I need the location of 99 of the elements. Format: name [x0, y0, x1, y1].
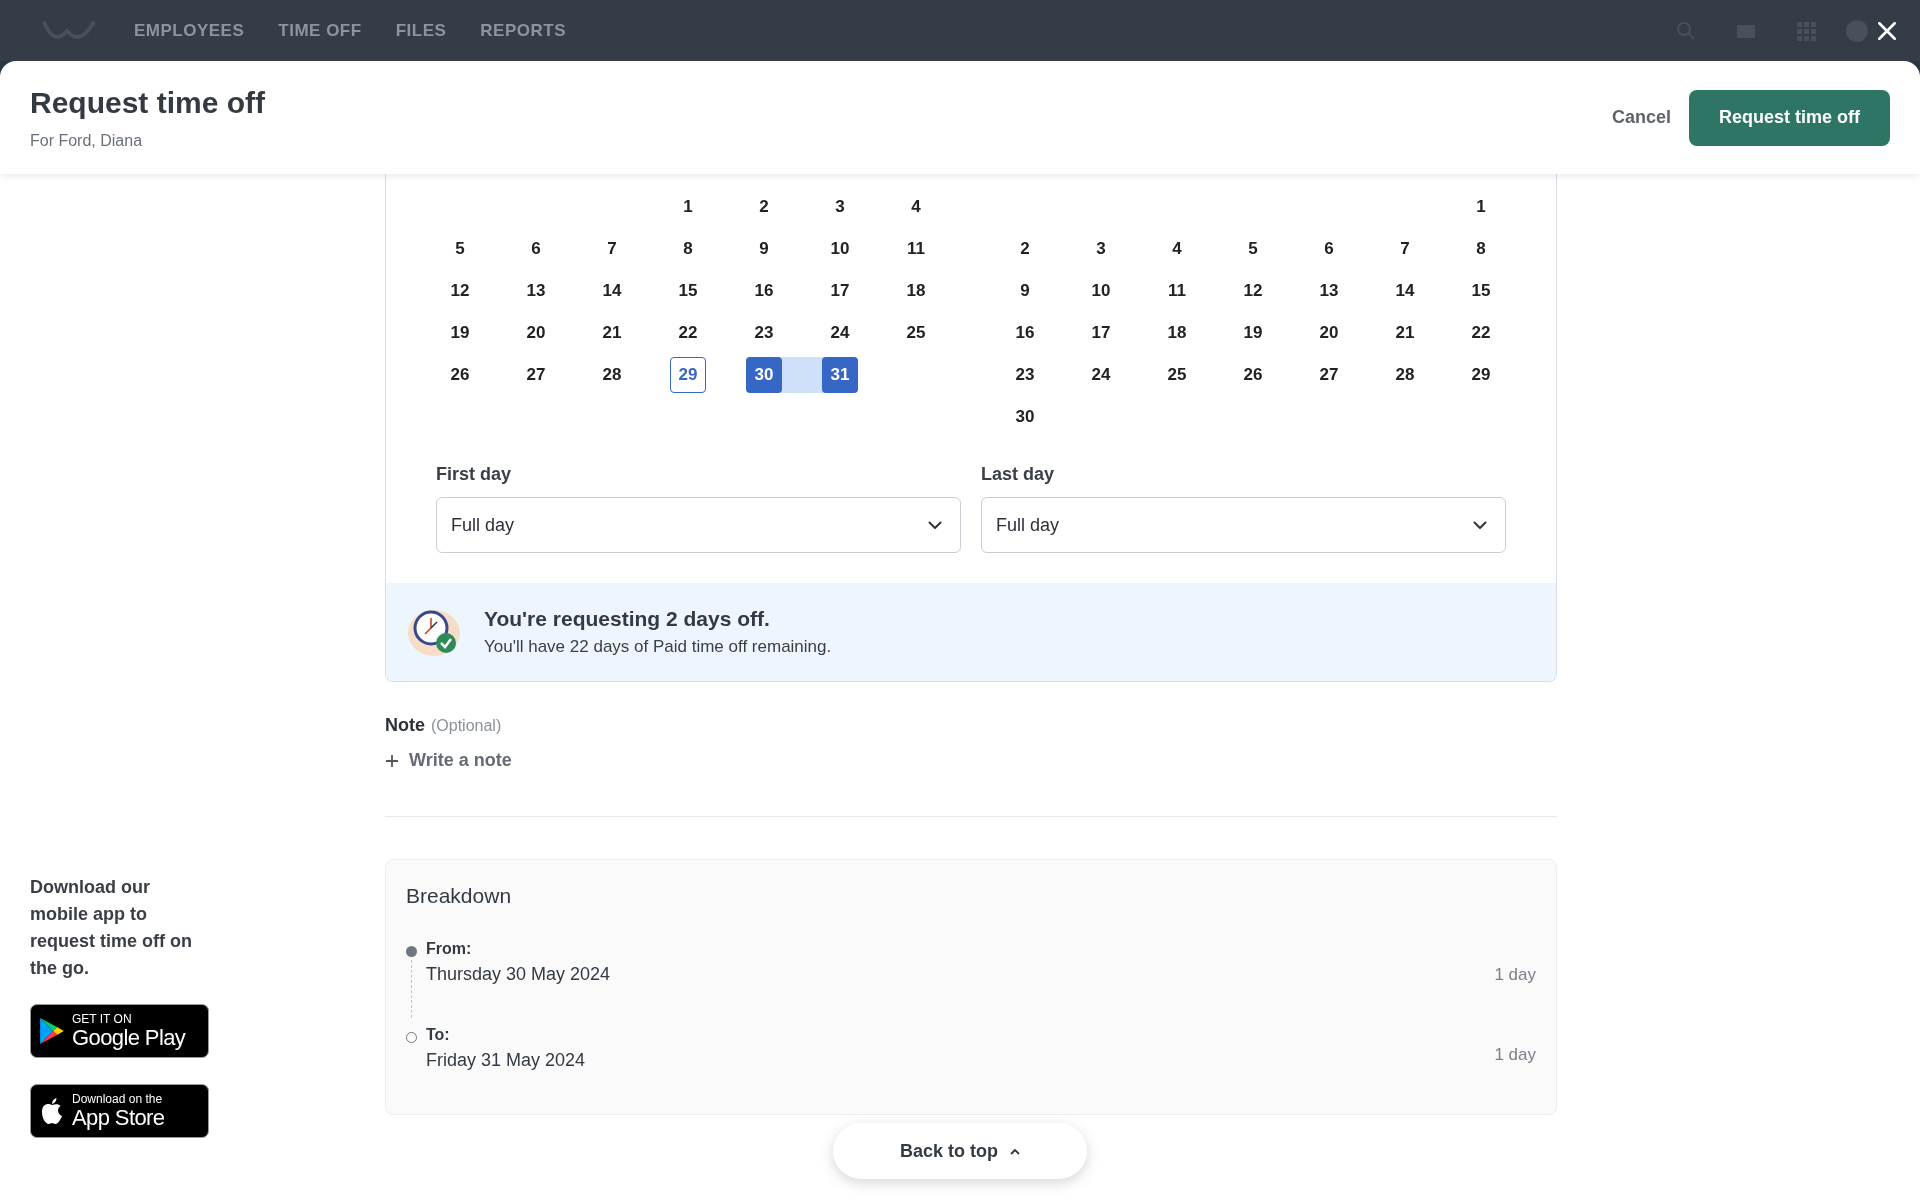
calendar-day[interactable]: 19: [442, 315, 478, 351]
chevron-down-icon: [928, 520, 942, 530]
calendar-day[interactable]: 20: [1311, 315, 1347, 351]
nav-link[interactable]: EMPLOYEES: [134, 20, 245, 41]
calendar-day[interactable]: 14: [1387, 273, 1423, 309]
calendar-day[interactable]: 12: [1235, 273, 1271, 309]
calendar-day[interactable]: 12: [442, 273, 478, 309]
calendar-day[interactable]: 4: [898, 189, 934, 225]
calendar-day[interactable]: 9: [746, 231, 782, 267]
calendar-day[interactable]: 19: [1235, 315, 1271, 351]
breakdown-date: Thursday 30 May 2024: [426, 963, 612, 985]
calendar-day[interactable]: 10: [1083, 273, 1119, 309]
calendar-day[interactable]: 30: [1007, 399, 1043, 435]
calendar-day[interactable]: 17: [1083, 315, 1119, 351]
calendar-day[interactable]: 26: [442, 357, 478, 393]
modal-title: Request time off: [30, 85, 266, 120]
calendar-day[interactable]: 22: [1463, 315, 1499, 351]
breakdown-label: To:: [426, 1025, 451, 1044]
day-part-dropdown[interactable]: Full day: [436, 497, 961, 553]
calendar-day[interactable]: 21: [594, 315, 630, 351]
calendar-day[interactable]: 5: [1235, 231, 1271, 267]
calendar-day[interactable]: 29: [1463, 357, 1499, 393]
breakdown-duration: 1 day: [1494, 1044, 1536, 1065]
calendar-day[interactable]: 16: [1007, 315, 1043, 351]
modal-subtitle: For Ford, Diana: [30, 131, 144, 150]
field-label: First day: [436, 464, 513, 485]
breakdown-date: Friday 31 May 2024: [426, 1049, 587, 1071]
calendar-day[interactable]: 23: [746, 315, 782, 351]
app-promo-text: Download our mobile app to request time off on the go.: [30, 876, 193, 980]
calendar-day[interactable]: 18: [1159, 315, 1195, 351]
play-triangle-icon: [39, 1017, 65, 1045]
calendar-day[interactable]: 24: [822, 315, 858, 351]
calendar-day[interactable]: 9: [1007, 273, 1043, 309]
calendar-day[interactable]: 8: [670, 231, 706, 267]
calendar-day[interactable]: 26: [1235, 357, 1271, 393]
hollow-dot-icon: [406, 1031, 417, 1043]
calendar-day[interactable]: 14: [594, 273, 630, 309]
calendar-day[interactable]: 4: [1159, 231, 1195, 267]
apple-icon: [39, 1097, 65, 1125]
calendar-day[interactable]: 7: [594, 231, 630, 267]
calendar-day[interactable]: 28: [594, 357, 630, 393]
back-to-top-button[interactable]: Back to top: [833, 1123, 1087, 1179]
field-label: Last day: [981, 464, 1056, 485]
calendar-day[interactable]: 21: [1387, 315, 1423, 351]
timeline-line: [411, 959, 412, 1018]
calendar-day[interactable]: 31: [822, 357, 858, 393]
calendar-day[interactable]: 11: [898, 231, 934, 267]
breakdown-label: From:: [426, 939, 473, 958]
calendar-day[interactable]: 15: [1463, 273, 1499, 309]
calendar-day[interactable]: 11: [1159, 273, 1195, 309]
caret-up-icon: [1010, 1147, 1020, 1155]
google-play-badge[interactable]: GET IT ON Google Play: [30, 1004, 209, 1058]
calendar-day[interactable]: 13: [518, 273, 554, 309]
nav-link[interactable]: FILES: [395, 20, 447, 41]
calendar-day[interactable]: 7: [1387, 231, 1423, 267]
calendar-day[interactable]: 28: [1387, 357, 1423, 393]
calendar-day[interactable]: 27: [1311, 357, 1347, 393]
calendar-day[interactable]: 2: [1007, 231, 1043, 267]
nav-link[interactable]: TIME OFF: [278, 20, 362, 41]
calendar-day[interactable]: 18: [898, 273, 934, 309]
calendar-day[interactable]: 25: [898, 315, 934, 351]
calendar-day[interactable]: 6: [518, 231, 554, 267]
note-label: Note: [385, 715, 425, 736]
calendar-day[interactable]: 8: [1463, 231, 1499, 267]
nav-link[interactable]: REPORTS: [480, 20, 566, 41]
calendar-day[interactable]: 25: [1159, 357, 1195, 393]
calendar-day[interactable]: 23: [1007, 357, 1043, 393]
summary-text: You'll have 22 days of Paid time off remaining.: [484, 637, 832, 657]
optional-hint: (Optional): [431, 717, 502, 735]
calendar-day[interactable]: 30: [746, 357, 782, 393]
calendar-day[interactable]: 1: [1463, 189, 1499, 225]
breakdown-duration: 1 day: [1494, 964, 1536, 985]
calendar-day[interactable]: 3: [1083, 231, 1119, 267]
plus-icon: [385, 753, 399, 768]
calendar-day[interactable]: 15: [670, 273, 706, 309]
calendar-day[interactable]: 16: [746, 273, 782, 309]
calendar-day[interactable]: 1: [670, 189, 706, 225]
summary-title: You're requesting 2 days off.: [484, 607, 771, 631]
calendar-day[interactable]: 13: [1311, 273, 1347, 309]
calendar-day[interactable]: 2: [746, 189, 782, 225]
write-a-note-link[interactable]: Write a note: [385, 750, 512, 771]
calendar-day[interactable]: 10: [822, 231, 858, 267]
cancel-button[interactable]: Cancel: [1603, 99, 1679, 136]
calendar-day[interactable]: 29: [670, 357, 706, 393]
request-time-off-button[interactable]: Request time off: [1689, 89, 1890, 146]
chevron-down-icon: [1473, 520, 1487, 530]
calendar-day[interactable]: 5: [442, 231, 478, 267]
calendar-day[interactable]: 17: [822, 273, 858, 309]
day-part-dropdown[interactable]: Full day: [981, 497, 1506, 553]
close-icon[interactable]: [1876, 19, 1898, 42]
calendar-day[interactable]: 27: [518, 357, 554, 393]
calendar-day[interactable]: 20: [518, 315, 554, 351]
app-store-badge[interactable]: Download on the App Store: [30, 1084, 209, 1138]
calendar-day[interactable]: 3: [822, 189, 858, 225]
filled-dot-icon: [406, 945, 417, 957]
breakdown-title: Breakdown: [406, 883, 513, 908]
calendar-day[interactable]: 24: [1083, 357, 1119, 393]
calendar-day[interactable]: 6: [1311, 231, 1347, 267]
calendar-day[interactable]: 22: [670, 315, 706, 351]
